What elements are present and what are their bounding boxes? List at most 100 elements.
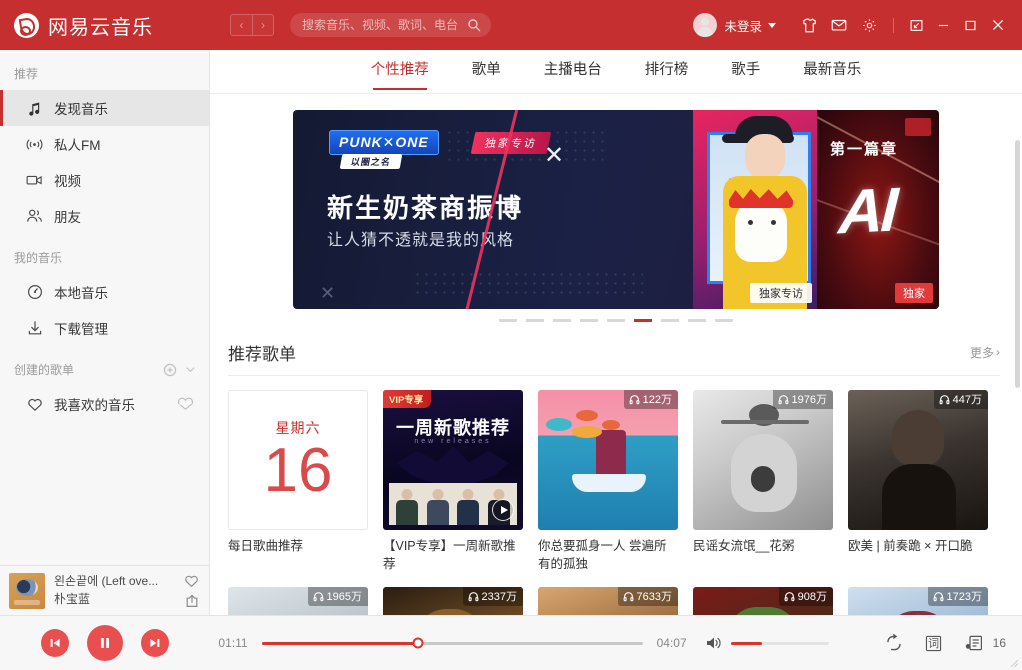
playlist-cover-photo[interactable]: 447万 bbox=[848, 389, 988, 530]
tab-personal-recommend[interactable]: 个性推荐 bbox=[371, 58, 429, 90]
playlist-card-daily-recommend[interactable]: 星期六 16 每日歌曲推荐 bbox=[228, 389, 368, 573]
section-more-link[interactable]: 更多 › bbox=[970, 344, 1000, 361]
carousel-dot[interactable] bbox=[526, 319, 544, 322]
heart-outline-icon[interactable] bbox=[184, 574, 199, 588]
play-count-value: 1723万 bbox=[946, 591, 982, 603]
playlist-cover-photo[interactable]: 1976万 bbox=[693, 389, 833, 530]
minimize-icon[interactable] bbox=[930, 11, 957, 39]
sidebar-item-personal-fm[interactable]: 私人FM bbox=[0, 126, 209, 162]
sidebar-group-title-recommend: 推荐 bbox=[0, 50, 209, 90]
app-window: 网易云音乐 ‹ › 未登录 bbox=[0, 0, 1022, 670]
share-icon[interactable] bbox=[185, 594, 199, 608]
sidebar-item-video[interactable]: 视频 bbox=[0, 162, 209, 198]
banner-program-logo: PUNK✕ONE 以圈之名 独家专访 bbox=[329, 130, 552, 169]
playlist-card-folk[interactable]: 1976万 民谣女流氓__花粥 bbox=[693, 389, 833, 573]
cover-headline: 一周新歌推荐 bbox=[396, 417, 510, 438]
add-playlist-icon[interactable] bbox=[163, 363, 177, 377]
sidebar-item-my-favorite-music[interactable]: 我喜欢的音乐 bbox=[0, 386, 209, 422]
sidebar-item-local-music[interactable]: 本地音乐 bbox=[0, 274, 209, 310]
playlist-card[interactable]: 1723万 bbox=[848, 586, 988, 615]
play-count-value: 1976万 bbox=[791, 394, 827, 406]
mail-icon[interactable] bbox=[824, 10, 854, 40]
play-count-value: 122万 bbox=[642, 394, 672, 406]
tab-artists[interactable]: 歌手 bbox=[731, 58, 760, 90]
play-video-button[interactable] bbox=[492, 498, 514, 521]
sidebar-item-friends[interactable]: 朋友 bbox=[0, 198, 209, 234]
carousel-dot[interactable] bbox=[553, 319, 571, 322]
carousel-dot[interactable] bbox=[580, 319, 598, 322]
playlist-row-2: 1965万 2337万 7633万 908万 1723万 bbox=[210, 573, 1022, 615]
playlist-cover-illustration[interactable]: 122万 bbox=[538, 389, 678, 530]
banner-slide[interactable]: PUNK✕ONE 以圈之名 独家专访 新生奶茶商振博 让人猜不透就是我的风格 ✕… bbox=[293, 110, 939, 309]
player-right-controls: 词 16 bbox=[867, 630, 1022, 656]
plush-eye-right bbox=[771, 220, 776, 225]
search-input[interactable] bbox=[302, 18, 467, 32]
repeat-icon[interactable] bbox=[881, 630, 907, 656]
headphone-icon bbox=[468, 591, 478, 601]
play-count-badge: 1723万 bbox=[927, 586, 988, 606]
playlist-card[interactable]: 2337万 bbox=[383, 586, 523, 615]
banner-right-title: 第一篇章 bbox=[830, 141, 899, 158]
progress-slider[interactable] bbox=[262, 637, 643, 649]
volume-slider[interactable] bbox=[730, 641, 829, 645]
banner-dot-pattern bbox=[413, 270, 643, 296]
close-icon[interactable] bbox=[984, 11, 1011, 39]
maximize-icon[interactable] bbox=[957, 11, 984, 39]
lyrics-icon[interactable]: 词 bbox=[921, 630, 947, 656]
tab-new-music[interactable]: 最新音乐 bbox=[803, 58, 861, 90]
tab-charts[interactable]: 排行榜 bbox=[645, 58, 689, 90]
play-count-value: 1965万 bbox=[326, 591, 362, 603]
tab-playlists[interactable]: 歌单 bbox=[472, 58, 501, 90]
playlist-cover-photo[interactable]: 2337万 bbox=[383, 586, 523, 615]
resize-grip-icon[interactable] bbox=[1009, 658, 1019, 668]
tab-radio[interactable]: 主播电台 bbox=[544, 58, 602, 90]
progress-knob[interactable] bbox=[412, 637, 424, 649]
album-cover[interactable] bbox=[9, 572, 45, 609]
next-track-button[interactable] bbox=[141, 629, 169, 657]
user-menu[interactable]: 未登录 bbox=[693, 13, 776, 37]
playlist-card-western[interactable]: 447万 欧美 | 前奏跪 × 开口脆 bbox=[848, 389, 988, 573]
carousel-dot[interactable] bbox=[688, 319, 706, 322]
playlist-icon[interactable] bbox=[961, 630, 987, 656]
previous-track-button[interactable] bbox=[41, 629, 69, 657]
headphone-icon bbox=[933, 591, 943, 601]
carousel-dot[interactable] bbox=[607, 319, 625, 322]
playlist-cover-calendar[interactable]: 星期六 16 bbox=[228, 389, 368, 530]
carousel-dot[interactable] bbox=[499, 319, 517, 322]
person-figure bbox=[454, 487, 483, 525]
headphone-icon bbox=[778, 394, 788, 404]
section-header-recommended-playlists: 推荐歌单 更多 › bbox=[228, 340, 1000, 376]
store-shirt-icon[interactable] bbox=[794, 10, 824, 40]
plush-eye-left bbox=[748, 220, 753, 225]
search-box[interactable] bbox=[290, 13, 491, 37]
gear-icon[interactable] bbox=[854, 10, 884, 40]
sidebar-item-discover[interactable]: 发现音乐 bbox=[0, 90, 209, 126]
volume-icon[interactable] bbox=[705, 635, 723, 651]
nav-back-button[interactable]: ‹ bbox=[230, 14, 252, 36]
playlist-cover-photo[interactable]: 1723万 bbox=[848, 586, 988, 615]
play-pause-button[interactable] bbox=[87, 625, 123, 661]
playlist-card[interactable]: 1965万 bbox=[228, 586, 368, 615]
mini-mode-icon[interactable] bbox=[903, 11, 930, 39]
person-face bbox=[745, 134, 785, 180]
carousel-dot[interactable] bbox=[661, 319, 679, 322]
collapse-chevron-icon[interactable] bbox=[184, 363, 197, 377]
now-playing-text: 왼손끝에 (Left ove... 朴宝蓝 bbox=[54, 573, 180, 608]
playlist-cover-vip[interactable]: VIP专享 一周新歌推荐 new releases bbox=[383, 389, 523, 530]
carousel-dot-active[interactable] bbox=[634, 319, 652, 322]
playlist-card[interactable]: 908万 bbox=[693, 586, 833, 615]
carousel-dot[interactable] bbox=[715, 319, 733, 322]
sidebar-item-download-manager[interactable]: 下载管理 bbox=[0, 310, 209, 346]
now-playing-artist: 朴宝蓝 bbox=[54, 592, 91, 606]
playlist-card-lonely[interactable]: 122万 你总要孤身一人 尝遍所有的孤独 bbox=[538, 389, 678, 573]
nav-forward-button[interactable]: › bbox=[252, 14, 274, 36]
playlist-card-vip-weekly[interactable]: VIP专享 一周新歌推荐 new releases 【VIP专享】一周新歌推荐 bbox=[383, 389, 523, 573]
content-scrollbar[interactable] bbox=[1015, 140, 1020, 388]
playlist-card[interactable]: 7633万 bbox=[538, 586, 678, 615]
current-time: 01:11 bbox=[218, 636, 248, 650]
heart-pulse-icon[interactable] bbox=[176, 397, 195, 411]
now-playing-actions bbox=[184, 574, 199, 608]
playlist-cover-photo[interactable]: 7633万 bbox=[538, 586, 678, 615]
playlist-cover-photo[interactable]: 908万 bbox=[693, 586, 833, 615]
playlist-cover-photo[interactable]: 1965万 bbox=[228, 586, 368, 615]
